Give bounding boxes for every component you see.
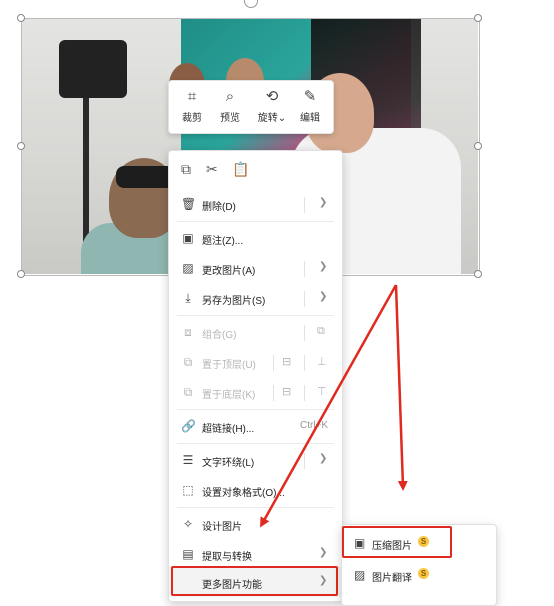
caption-icon: ▣ — [182, 231, 194, 245]
resize-handle[interactable] — [474, 142, 482, 150]
menu-item-save-as-picture[interactable]: ⤓ 另存为图片(S) ❯ — [169, 283, 342, 313]
extract-icon: ▤ — [182, 547, 194, 561]
menu-item-send-to-back: ⧉ 置于底层(K) ⊟ ⊤ — [169, 377, 342, 407]
menu-item-change-picture[interactable]: ▨ 更改图片(A) ❯ — [169, 253, 342, 283]
menu-item-bring-to-front: ⧉ 置于顶层(U) ⊟ ⊥ — [169, 347, 342, 377]
resize-handle[interactable] — [474, 14, 482, 22]
send-backward-icon: ⊟ — [282, 386, 292, 398]
menu-item-hyperlink[interactable]: 🔗 超链接(H)... Ctrl+K — [169, 411, 342, 441]
shortcut-text: Ctrl+K — [300, 420, 329, 431]
menu-item-label: 置于底层(K) — [202, 390, 256, 401]
menu-item-label: 提取与转换 — [202, 552, 252, 563]
chevron-right-icon: ❯ — [319, 547, 328, 558]
menu-divider — [177, 315, 334, 316]
link-icon: 🔗 — [181, 419, 196, 433]
resize-handle[interactable] — [17, 270, 25, 278]
rotate-button[interactable]: ⟲ 旋转⌄ — [251, 87, 293, 124]
menu-divider — [177, 221, 334, 222]
resize-handle[interactable] — [17, 14, 25, 22]
translate-picture-icon: ▨ — [354, 568, 366, 582]
crop-icon: ⌗ — [187, 88, 197, 105]
menu-item-label: 组合(G) — [202, 330, 237, 341]
edit-label: 编辑 — [300, 113, 320, 124]
premium-coin-icon: S — [418, 568, 429, 579]
chevron-right-icon: ❯ — [319, 261, 328, 272]
menu-item-group: ⧈ 组合(G) ⧉ — [169, 317, 342, 347]
menu-item-label: 文字环绕(L) — [202, 458, 255, 469]
menu-item-label: 设置对象格式(O)... — [202, 488, 285, 499]
menu-item-design-picture[interactable]: ✧ 设计图片 — [169, 509, 342, 539]
menu-item-label: 设计图片 — [202, 522, 242, 533]
menu-divider — [177, 443, 334, 444]
cut-icon[interactable]: ✂ — [206, 161, 218, 178]
context-menu: ⧉ ✂ 📋 🗑 删除(D) ❯ ▣ 题注(Z)... ▨ 更改图片(A) ❯ ⤓… — [168, 150, 343, 602]
submenu-item-translate-picture[interactable]: ▨ 图片翻译 S — [342, 561, 496, 589]
rotate-handle[interactable] — [244, 0, 258, 8]
resize-handle[interactable] — [17, 142, 25, 150]
bring-front-icon: ⧉ — [183, 355, 193, 369]
annotation-highlight-box — [342, 526, 452, 558]
resize-handle[interactable] — [474, 270, 482, 278]
menu-item-label: 置于顶层(U) — [202, 360, 256, 371]
menu-item-label: 超链接(H)... — [202, 424, 255, 435]
trash-icon: 🗑 — [181, 197, 197, 211]
group-icon: ⧈ — [184, 325, 192, 339]
menu-item-label: 另存为图片(S) — [202, 296, 266, 307]
chevron-right-icon: ❯ — [319, 291, 328, 302]
crop-button[interactable]: ⌗ 裁剪 — [173, 87, 211, 124]
change-picture-icon: ▨ — [182, 261, 194, 275]
chevron-down-icon: ⌄ — [277, 113, 287, 124]
copy-icon[interactable]: ⧉ — [181, 161, 191, 178]
edit-picture-icon: ✎ — [303, 88, 317, 105]
preview-button[interactable]: ⌕ 预览 — [211, 87, 249, 124]
menu-item-label: 更改图片(A) — [202, 266, 256, 277]
text-wrap-icon: ☰ — [182, 453, 194, 467]
annotation-arrow — [394, 284, 408, 491]
clipboard-row: ⧉ ✂ 📋 — [169, 151, 342, 187]
menu-item-label: 题注(Z)... — [202, 236, 244, 247]
menu-item-format-object[interactable]: ⬚ 设置对象格式(O)... — [169, 475, 342, 505]
preview-label: 预览 — [220, 113, 240, 124]
picture-mini-toolbar: ⌗ 裁剪 ⌕ 预览 ⟲ 旋转⌄ ✎ 编辑 — [168, 80, 334, 134]
align-top-icon: ⊥ — [317, 356, 327, 368]
magnifier-icon: ⌕ — [225, 88, 235, 105]
annotation-highlight-box — [171, 566, 338, 596]
chevron-right-icon: ❯ — [319, 197, 328, 208]
menu-divider — [177, 409, 334, 410]
rotate-icon: ⟲ — [265, 88, 279, 105]
bring-forward-icon: ⊟ — [282, 356, 292, 368]
save-picture-icon: ⤓ — [185, 291, 191, 305]
edit-button[interactable]: ✎ 编辑 — [291, 87, 329, 124]
menu-item-caption[interactable]: ▣ 题注(Z)... — [169, 223, 342, 253]
menu-item-delete[interactable]: 🗑 删除(D) ❯ — [169, 189, 342, 219]
menu-divider — [177, 507, 334, 508]
crop-label: 裁剪 — [182, 113, 202, 124]
menu-item-label: 删除(D) — [202, 202, 236, 213]
ungroup-icon: ⧉ — [317, 325, 325, 337]
paste-icon[interactable]: 📋 — [232, 161, 249, 178]
submenu-item-label: 图片翻译 — [372, 573, 412, 584]
menu-item-text-wrap[interactable]: ☰ 文字环绕(L) ❯ — [169, 445, 342, 475]
rotate-label: 旋转 — [257, 113, 278, 124]
send-back-icon: ⧉ — [183, 385, 193, 399]
format-object-icon: ⬚ — [182, 483, 194, 497]
align-bottom-icon: ⊤ — [317, 386, 327, 398]
menu-item-extract-convert[interactable]: ▤ 提取与转换 ❯ — [169, 539, 342, 569]
chevron-right-icon: ❯ — [319, 453, 328, 464]
design-icon: ✧ — [182, 517, 194, 531]
